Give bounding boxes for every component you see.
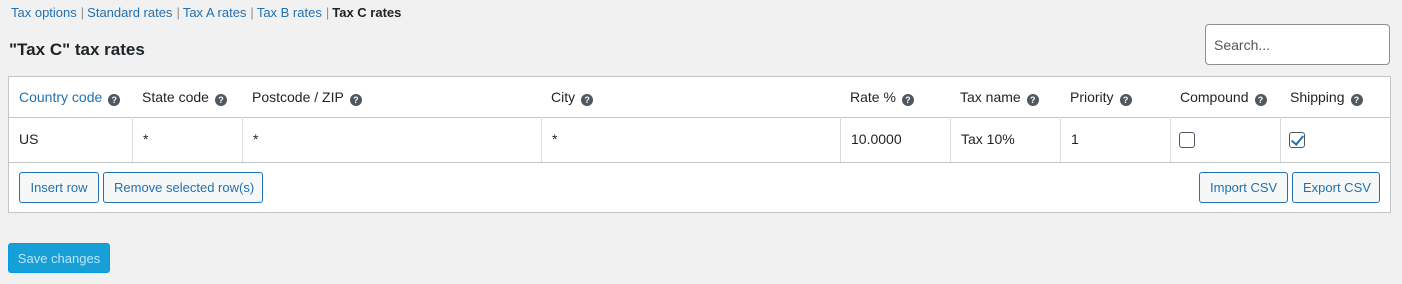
- column-header-label: Shipping: [1290, 89, 1345, 105]
- column-header-tax-name: Tax name?: [960, 77, 1039, 117]
- help-icon[interactable]: ?: [581, 94, 594, 106]
- nav-separator: |: [250, 5, 254, 20]
- cell-country-code[interactable]: US: [9, 117, 132, 162]
- column-header-compound: Compound?: [1180, 77, 1267, 117]
- insert-row-button[interactable]: Insert row: [19, 172, 99, 203]
- column-header-state-code: State code?: [142, 77, 227, 117]
- column-header-label: Rate %: [850, 89, 896, 105]
- tax-section-nav: Tax options | Standard rates | Tax A rates | T…: [11, 5, 401, 21]
- help-icon[interactable]: ?: [1119, 94, 1132, 106]
- compound-checkbox[interactable]: [1179, 132, 1195, 148]
- cell-postcode[interactable]: *: [242, 117, 541, 162]
- help-icon[interactable]: ?: [1026, 94, 1039, 106]
- column-header-shipping: Shipping?: [1290, 77, 1363, 117]
- import-csv-button[interactable]: Import CSV: [1199, 172, 1288, 203]
- column-header-country-code[interactable]: Country code?: [19, 77, 121, 117]
- column-header-label: Tax name: [960, 89, 1021, 105]
- page-title: "Tax C" tax rates: [9, 40, 145, 59]
- nav-separator: |: [176, 5, 180, 20]
- nav-link-tax-b-rates[interactable]: Tax B rates: [257, 5, 322, 20]
- column-header-label: Country code: [19, 89, 103, 105]
- shipping-checkbox[interactable]: [1289, 132, 1305, 148]
- column-header-label: Postcode / ZIP: [252, 89, 344, 105]
- cell-city[interactable]: *: [541, 117, 840, 162]
- cell-tax-name[interactable]: Tax 10%: [950, 117, 1060, 162]
- nav-current-tax-c-rates: Tax C rates: [332, 5, 402, 20]
- nav-link-tax-options[interactable]: Tax options: [11, 5, 77, 20]
- cell-state-code[interactable]: *: [132, 117, 242, 162]
- help-icon[interactable]: ?: [901, 94, 914, 106]
- column-header-label: State code: [142, 89, 209, 105]
- column-header-postcode: Postcode / ZIP?: [252, 77, 362, 117]
- nav-link-tax-a-rates[interactable]: Tax A rates: [183, 5, 247, 20]
- cell-compound: [1170, 117, 1280, 162]
- table-header-row: Country code? State code? Postcode / ZIP…: [9, 77, 1390, 118]
- nav-separator: |: [80, 5, 85, 20]
- cell-rate[interactable]: 10.0000: [840, 117, 950, 162]
- column-header-label: Priority: [1070, 89, 1114, 105]
- column-header-label: City: [551, 89, 576, 105]
- help-icon[interactable]: ?: [108, 94, 121, 106]
- export-csv-button[interactable]: Export CSV: [1292, 172, 1380, 203]
- help-icon[interactable]: ?: [1254, 94, 1267, 106]
- column-header-priority: Priority?: [1070, 77, 1132, 117]
- tax-rates-table: Country code? State code? Postcode / ZIP…: [8, 76, 1391, 213]
- table-row[interactable]: US * * * 10.0000 Tax 10% 1: [9, 117, 1390, 163]
- help-icon[interactable]: ?: [1350, 94, 1363, 106]
- nav-link-standard-rates[interactable]: Standard rates: [87, 5, 172, 20]
- cell-priority[interactable]: 1: [1060, 117, 1170, 162]
- nav-separator: |: [325, 5, 330, 20]
- column-header-label: Compound: [1180, 89, 1249, 105]
- help-icon[interactable]: ?: [349, 94, 362, 106]
- remove-selected-rows-button[interactable]: Remove selected row(s): [103, 172, 263, 203]
- cell-shipping: [1280, 117, 1390, 162]
- search-input[interactable]: [1205, 24, 1390, 65]
- column-header-city: City?: [551, 77, 594, 117]
- help-icon[interactable]: ?: [214, 94, 227, 106]
- save-changes-button[interactable]: Save changes: [8, 243, 110, 273]
- column-header-rate: Rate %?: [850, 77, 914, 117]
